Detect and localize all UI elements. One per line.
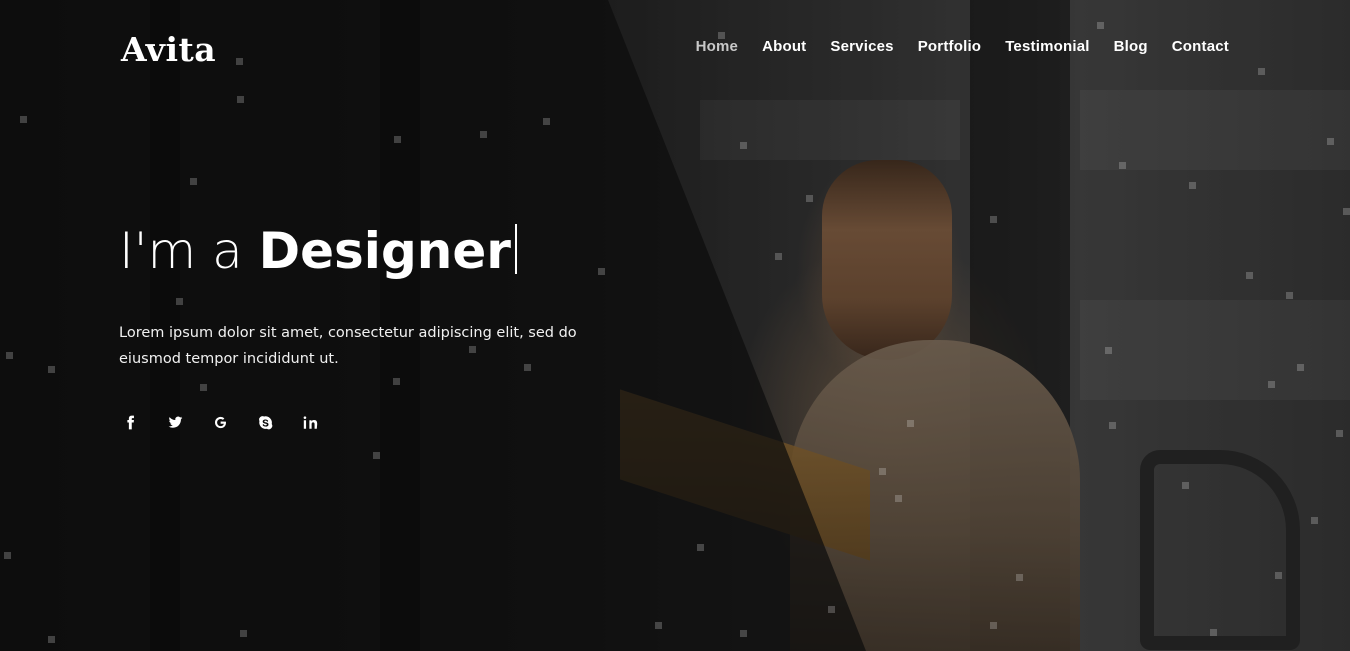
particle [990, 622, 997, 629]
particle [543, 118, 550, 125]
hero-content: I'm a Designer Lorem ipsum dolor sit ame… [119, 220, 639, 434]
particle [1343, 208, 1350, 215]
skype-icon[interactable] [258, 410, 303, 434]
particle [1246, 272, 1253, 279]
hero-description: Lorem ipsum dolor sit amet, consectetur … [119, 325, 577, 367]
particle [1297, 364, 1304, 371]
particle [806, 195, 813, 202]
nav-item-testimonial[interactable]: Testimonial [1005, 38, 1089, 55]
nav-item-blog[interactable]: Blog [1114, 38, 1148, 55]
nav-item-home[interactable]: Home [696, 38, 738, 55]
particle [1210, 629, 1217, 636]
particle [740, 630, 747, 637]
particle [1268, 381, 1275, 388]
nav-item-services[interactable]: Services [830, 38, 893, 55]
headline-role: Designer [258, 222, 511, 280]
google-icon[interactable] [213, 410, 258, 434]
linkedin-icon[interactable] [303, 410, 348, 434]
nav-item-portfolio[interactable]: Portfolio [918, 38, 981, 55]
particle [907, 420, 914, 427]
particle [1105, 347, 1112, 354]
particle [373, 452, 380, 459]
nav-item-contact[interactable]: Contact [1172, 38, 1229, 55]
particle [1109, 422, 1116, 429]
particle [990, 216, 997, 223]
particle [895, 495, 902, 502]
site-header: Avita Home About Services Portfolio Test… [0, 0, 1350, 96]
particle [1119, 162, 1126, 169]
particle [480, 131, 487, 138]
particle [740, 142, 747, 149]
hero-headline: I'm a Designer [119, 220, 639, 282]
logo[interactable]: Avita [121, 30, 216, 69]
particle [775, 253, 782, 260]
main-nav: Home About Services Portfolio Testimonia… [696, 38, 1229, 55]
particle [1016, 574, 1023, 581]
particle [394, 136, 401, 143]
particle [48, 366, 55, 373]
particle [828, 606, 835, 613]
nav-item-about[interactable]: About [762, 38, 806, 55]
particle [1275, 572, 1282, 579]
particle [6, 352, 13, 359]
particle [48, 636, 55, 643]
particle [879, 468, 886, 475]
particle [237, 96, 244, 103]
facebook-icon[interactable] [123, 410, 168, 434]
typing-cursor [514, 224, 517, 274]
particle [655, 622, 662, 629]
particle [1311, 517, 1318, 524]
particle [4, 552, 11, 559]
particle [1189, 182, 1196, 189]
headline-prefix: I'm a [119, 222, 259, 280]
particle [697, 544, 704, 551]
particle [1336, 430, 1343, 437]
particle [240, 630, 247, 637]
particle [20, 116, 27, 123]
particle [1182, 482, 1189, 489]
particle [1286, 292, 1293, 299]
particle [1327, 138, 1334, 145]
twitter-icon[interactable] [168, 410, 213, 434]
social-links [123, 410, 639, 434]
particle [190, 178, 197, 185]
